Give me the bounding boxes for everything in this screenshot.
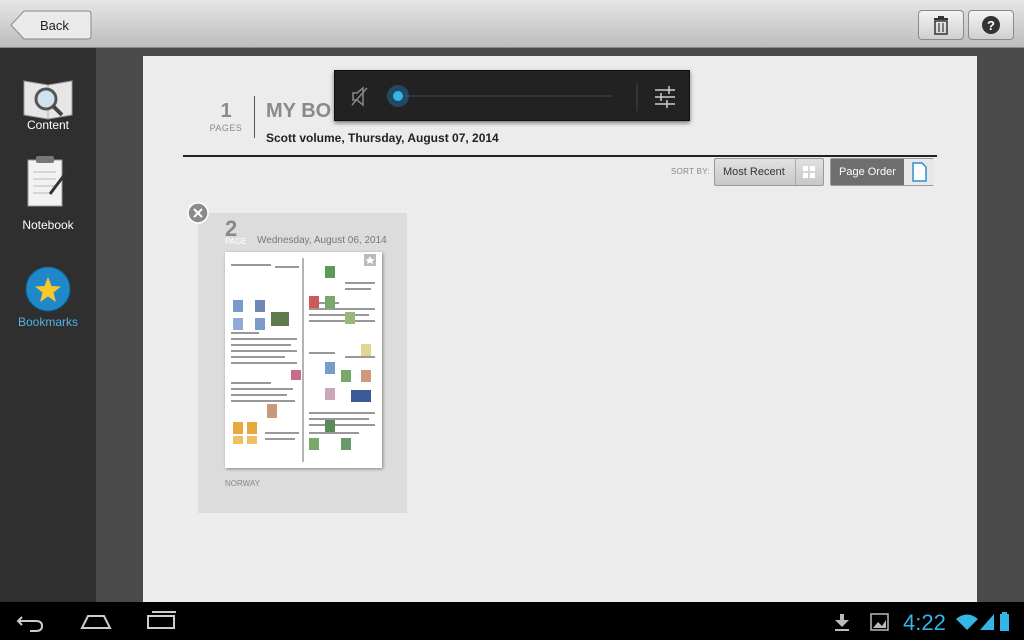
page-subtitle: Scott volume, Thursday, August 07, 2014: [266, 131, 499, 145]
sort-option-label: Page Order: [839, 166, 896, 178]
sidebar-item-label: Notebook: [22, 218, 74, 232]
top-bar: Back ?: [0, 0, 1024, 48]
bookmark-caption: NORWAY: [225, 479, 260, 488]
sidebar-item-notebook[interactable]: Notebook: [0, 154, 96, 244]
remove-bookmark-icon[interactable]: [187, 202, 209, 224]
audio-player-popup: [334, 70, 690, 121]
back-button[interactable]: Back: [10, 10, 92, 40]
delete-button[interactable]: [918, 10, 964, 40]
sort-most-recent-button[interactable]: Most Recent: [714, 158, 824, 186]
stamp-page-image: [231, 254, 376, 462]
nav-recent-apps-button[interactable]: [142, 606, 182, 636]
page-thumbnail[interactable]: [225, 252, 382, 468]
trash-icon: [934, 16, 948, 35]
help-button[interactable]: ?: [968, 10, 1014, 40]
pages-count-number: 1: [220, 100, 232, 122]
sidebar-item-label: Content: [26, 118, 70, 132]
nav-back-button[interactable]: [10, 606, 56, 636]
back-label: Back: [40, 18, 69, 33]
sidebar-item-bookmarks[interactable]: Bookmarks: [0, 260, 96, 350]
svg-text:?: ?: [987, 18, 995, 33]
page-title: MY BO: [266, 100, 332, 122]
audio-settings-button[interactable]: [647, 79, 683, 115]
page-icon: [904, 159, 934, 185]
mute-button[interactable]: [343, 79, 377, 113]
header-rule: [183, 155, 937, 157]
bookmark-page-unit: PAGE: [225, 237, 247, 246]
sort-option-label: Most Recent: [723, 166, 785, 178]
audio-seek-handle[interactable]: [385, 83, 409, 109]
battery-icon: [1000, 612, 1009, 631]
notepad-pen-icon: [27, 156, 70, 207]
system-navigation-bar: [0, 602, 1024, 640]
wifi-icon: [956, 614, 978, 630]
bookmark-date: Wednesday, August 06, 2014: [257, 235, 387, 246]
sidebar-item-label: Bookmarks: [17, 315, 79, 329]
star-icon: [25, 266, 71, 312]
gallery-icon: [870, 613, 889, 631]
sidebar-item-content[interactable]: Content: [0, 70, 96, 160]
grid-icon: [795, 159, 815, 185]
pages-count-unit: PAGES: [209, 123, 243, 133]
sort-label: SORT BY:: [671, 167, 711, 176]
status-clock: 4:22: [903, 610, 946, 635]
header-divider: [254, 96, 255, 138]
download-icon: [835, 614, 849, 631]
sort-page-order-button[interactable]: Page Order: [830, 158, 934, 186]
nav-home-button[interactable]: [76, 606, 116, 636]
help-icon: ?: [982, 16, 1000, 34]
signal-icon: [980, 614, 994, 630]
sidebar: Content Notebook Bookmarks: [0, 48, 96, 602]
pages-count: 1 PAGES: [208, 100, 244, 133]
